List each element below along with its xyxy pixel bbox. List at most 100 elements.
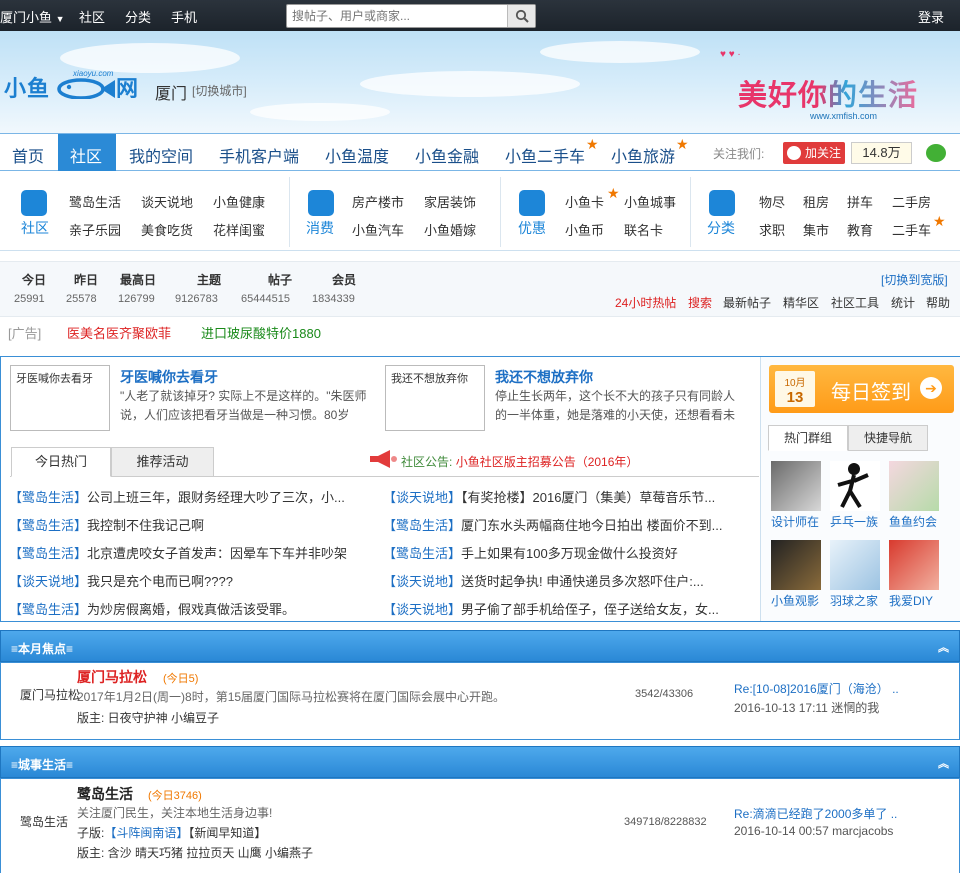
- search-input[interactable]: [287, 5, 505, 27]
- hot-post[interactable]: 【鹭岛生活】我控制不住我记己啊: [9, 515, 374, 534]
- tab-recommended-events[interactable]: 推荐活动: [111, 447, 214, 477]
- category-link[interactable]: 小鱼城事: [624, 192, 676, 211]
- hot-post[interactable]: 【鹭岛生活】公司上班三年，跟财务经理大吵了三次，小...: [9, 487, 374, 506]
- forum-name-link[interactable]: 鹭岛生活: [77, 784, 133, 804]
- nav-used-car[interactable]: 小鱼二手车: [505, 143, 585, 167]
- featured-thumb[interactable]: 牙医喊你去看牙: [10, 365, 110, 431]
- group-thumb[interactable]: [830, 461, 880, 511]
- city-menu[interactable]: 厦门小鱼 ▼: [0, 7, 65, 26]
- topbar-mobile-link[interactable]: 手机: [171, 7, 197, 26]
- nav-travel[interactable]: 小鱼旅游: [611, 143, 675, 167]
- category-link[interactable]: 求职: [759, 220, 785, 239]
- hot-post[interactable]: 【鹭岛生活】手上如果有100多万现金做什么投资好: [383, 543, 749, 562]
- sub-forum-link[interactable]: 【新闻早知道】: [188, 826, 266, 840]
- nav-my-space[interactable]: 我的空间: [129, 143, 193, 167]
- tab-quick-nav[interactable]: 快捷导航: [848, 425, 928, 451]
- category-label[interactable]: 社区: [21, 218, 49, 238]
- category-link[interactable]: 二手车: [892, 220, 931, 239]
- featured-title[interactable]: 我还不想放弃你: [495, 367, 593, 387]
- category-link[interactable]: 花样闺蜜: [213, 220, 265, 239]
- last-post-link[interactable]: Re:[10-08]2016厦门（海沧） ..: [734, 680, 899, 697]
- featured-thumb[interactable]: 我还不想放弃你: [385, 365, 485, 431]
- category-link[interactable]: 物尽: [759, 192, 785, 211]
- category-link[interactable]: 鹭岛生活: [69, 192, 121, 211]
- quick-link[interactable]: 精华区: [783, 294, 819, 311]
- topbar-category-link[interactable]: 分类: [125, 7, 151, 26]
- category-link[interactable]: 美食吃货: [141, 220, 193, 239]
- hot-post[interactable]: 【谈天说地】【有奖抢楼】2016厦门（集美）草莓音乐节...: [383, 487, 749, 506]
- category-label[interactable]: 分类: [707, 218, 735, 238]
- category-link[interactable]: 小鱼健康: [213, 192, 265, 211]
- category-link[interactable]: 房产楼市: [352, 192, 404, 211]
- group-label[interactable]: 我爱DIY: [889, 592, 941, 609]
- search-button[interactable]: [507, 5, 535, 27]
- community-notice[interactable]: 社区公告: 小鱼社区版主招募公告（2016年）: [401, 453, 638, 470]
- nav-community[interactable]: 社区: [70, 143, 102, 167]
- category-link[interactable]: 小鱼卡: [565, 192, 604, 211]
- group-thumb[interactable]: [889, 540, 939, 590]
- last-post-link[interactable]: Re:滴滴已经跑了2000多单了 ..: [734, 805, 897, 822]
- category-link[interactable]: 二手房: [892, 192, 931, 211]
- weibo-follow-button[interactable]: 加关注: [783, 142, 845, 164]
- group-label[interactable]: 鱼鱼约会: [889, 513, 941, 530]
- quick-link[interactable]: 搜索: [688, 294, 712, 311]
- tab-hot-groups[interactable]: 热门群组: [768, 425, 848, 451]
- category-link[interactable]: 小鱼币: [565, 220, 604, 239]
- cloud-decoration: [360, 71, 580, 97]
- today-count: (今日3746): [148, 790, 202, 802]
- tab-today-hot[interactable]: 今日热门: [11, 447, 111, 477]
- quick-link[interactable]: 最新帖子: [723, 294, 771, 311]
- hot-post[interactable]: 【谈天说地】送货时起争执! 申通快递员多次怒吓住户:...: [383, 571, 749, 590]
- ad-link[interactable]: 进口玻尿酸特价1880: [201, 323, 321, 342]
- quick-link[interactable]: 社区工具: [831, 294, 879, 311]
- group-label[interactable]: 乒乓一族: [830, 513, 882, 530]
- stat-header: 会员: [332, 273, 357, 287]
- category-link[interactable]: 谈天说地: [141, 192, 193, 211]
- quick-link[interactable]: 帮助: [926, 294, 950, 311]
- quick-link[interactable]: 统计: [891, 294, 915, 311]
- category-link[interactable]: 联名卡: [624, 220, 663, 239]
- category-link[interactable]: 集市: [803, 220, 829, 239]
- category-link[interactable]: 小鱼婚嫁: [424, 220, 476, 239]
- switch-wide-link[interactable]: [切换到宽版]: [881, 271, 948, 288]
- nav-temperature[interactable]: 小鱼温度: [325, 143, 389, 167]
- sub-forum-link[interactable]: 【斗阵闽南语】: [104, 826, 188, 840]
- wechat-icon[interactable]: [926, 144, 946, 162]
- category-label[interactable]: 优惠: [518, 218, 546, 238]
- category-link[interactable]: 小鱼汽车: [352, 220, 404, 239]
- group-label[interactable]: 小鱼观影: [771, 592, 823, 609]
- collapse-icon[interactable]: ︽: [938, 755, 949, 771]
- hot-post[interactable]: 【谈天说地】我只是充个电而已啊????: [9, 571, 374, 590]
- group-label[interactable]: 设计师在: [771, 513, 823, 530]
- switch-city-link[interactable]: [切换城市]: [192, 82, 247, 99]
- hot-post[interactable]: 【鹭岛生活】厦门东水头两幅商住地今日拍出 楼面价不到...: [383, 515, 749, 534]
- login-link[interactable]: 登录: [918, 7, 944, 26]
- collapse-icon[interactable]: ︽: [938, 639, 949, 655]
- forum-stats: 今日 昨日 最高日 主题 帖子 会员 25991 25578 126799 91…: [0, 261, 960, 317]
- quick-link[interactable]: 24小时热帖: [615, 294, 676, 311]
- group-thumb[interactable]: [830, 540, 880, 590]
- category-link[interactable]: 家居装饰: [424, 192, 476, 211]
- group-label[interactable]: 羽球之家: [830, 592, 882, 609]
- hot-post[interactable]: 【谈天说地】男子偷了部手机给侄子，侄子送给女友，女...: [383, 599, 749, 618]
- category-link[interactable]: 教育: [847, 220, 873, 239]
- nav-mobile-client[interactable]: 手机客户端: [219, 143, 299, 167]
- nav-home[interactable]: 首页: [12, 143, 44, 167]
- forum-name-link[interactable]: 厦门马拉松: [77, 667, 147, 687]
- daily-checkin-button[interactable]: 10月 13 每日签到 ➔: [769, 365, 954, 413]
- group-thumb[interactable]: [889, 461, 939, 511]
- category-link[interactable]: 亲子乐园: [69, 220, 121, 239]
- topbar-community-link[interactable]: 社区: [79, 7, 105, 26]
- category-link[interactable]: 租房: [803, 192, 829, 211]
- stat-value: 25578: [66, 293, 97, 305]
- category-link[interactable]: 拼车: [847, 192, 873, 211]
- forum-side-label: 鹭岛生活: [20, 815, 69, 829]
- nav-finance[interactable]: 小鱼金融: [415, 143, 479, 167]
- category-label[interactable]: 消费: [306, 218, 334, 238]
- hot-post[interactable]: 【鹭岛生活】北京遭虎咬女子首发声：因晕车下车并非吵架: [9, 543, 374, 562]
- featured-title[interactable]: 牙医喊你去看牙: [120, 367, 218, 387]
- hot-post[interactable]: 【鹭岛生活】为炒房假离婚，假戏真做活该受罪。: [9, 599, 374, 618]
- ad-link[interactable]: 医美名医齐聚欧菲: [67, 323, 171, 342]
- group-thumb[interactable]: [771, 540, 821, 590]
- group-thumb[interactable]: [771, 461, 821, 511]
